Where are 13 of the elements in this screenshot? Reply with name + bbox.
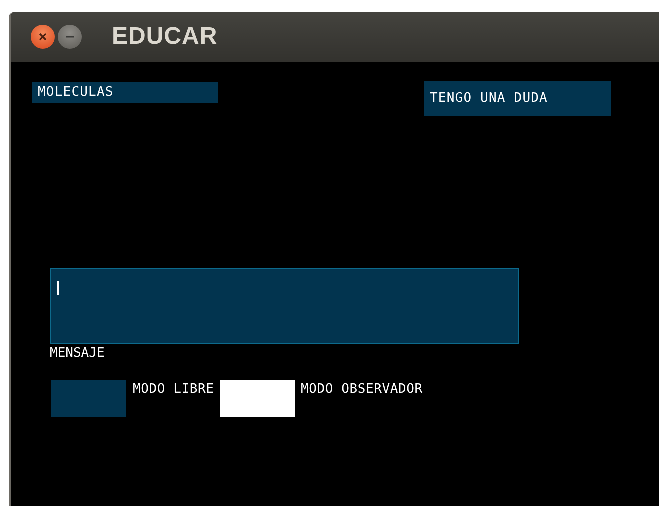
app-button[interactable]: TENGO UNA DUDA bbox=[424, 81, 611, 116]
message-field[interactable] bbox=[50, 268, 519, 344]
toggle-label: MODO LIBRE bbox=[133, 382, 214, 397]
minimize-icon bbox=[65, 35, 75, 39]
toggle-switch[interactable] bbox=[51, 380, 126, 417]
field-label: MENSAJE bbox=[50, 346, 105, 361]
minimize-button[interactable] bbox=[58, 25, 82, 49]
toggle-switch[interactable] bbox=[220, 380, 295, 417]
toggle-label: MODO OBSERVADOR bbox=[301, 382, 423, 397]
app-button[interactable]: MOLECULAS bbox=[32, 82, 218, 103]
window-title: EDUCAR bbox=[112, 23, 218, 51]
close-button[interactable] bbox=[31, 25, 55, 49]
close-icon bbox=[38, 32, 48, 42]
